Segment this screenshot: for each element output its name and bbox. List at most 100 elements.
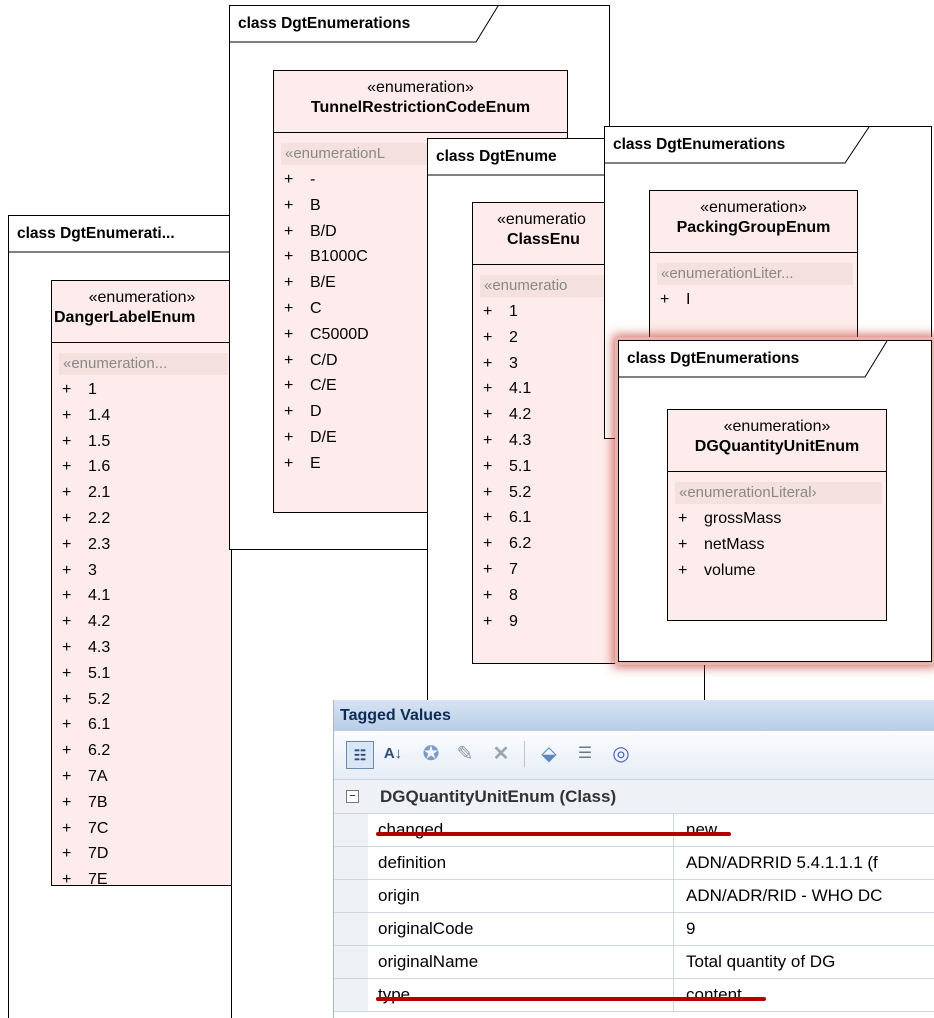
literal-compartment: «enumerationLiteral› (675, 482, 882, 504)
tag-row[interactable]: originalCode 9 (334, 913, 934, 946)
enum-literal[interactable]: +2.3 (52, 532, 231, 558)
literal-value: 2.1 (88, 484, 111, 502)
enum-literal[interactable]: + grossMass (668, 506, 886, 532)
literal-value: 2.2 (88, 509, 111, 527)
tag-row[interactable]: type content (334, 979, 934, 1012)
tag-value[interactable]: Total quantity of DG (686, 946, 835, 978)
row-gutter (334, 946, 368, 978)
collapse-icon[interactable]: − (346, 790, 359, 803)
tag-icon[interactable]: ⬙ (536, 741, 562, 767)
checklist-icon[interactable]: ☰ (572, 741, 598, 767)
literal-value: D/E (310, 428, 337, 446)
row-gutter (334, 880, 368, 912)
enum-literal[interactable]: +7C (52, 816, 231, 842)
visibility-marker: + (62, 819, 72, 837)
visibility-marker: + (660, 291, 670, 308)
enum-literal[interactable]: +5.2 (52, 687, 231, 713)
visibility-marker: + (284, 351, 294, 369)
literal-value: C (310, 299, 322, 317)
visibility-marker: + (62, 406, 72, 424)
frame-tab: class DgtEnumerations (619, 341, 889, 378)
enum-literal[interactable]: +1.6 (52, 454, 231, 480)
delete-icon[interactable]: ✕ (488, 741, 514, 767)
literal-value: 2.3 (88, 535, 111, 553)
enum-literal[interactable]: +4.3 (52, 635, 231, 661)
stereotype: «enumeration» (700, 199, 807, 216)
visibility-marker: + (284, 248, 294, 266)
strike-through-mark (376, 997, 766, 1001)
enum-literal[interactable]: +2.2 (52, 506, 231, 532)
tag-value[interactable]: 9 (686, 913, 695, 945)
tag-value[interactable]: content (686, 979, 742, 1011)
enum-quantity-unit[interactable]: «enumeration» DGQuantityUnitEnum «enumer… (667, 409, 887, 621)
visibility-marker: + (62, 381, 72, 398)
diagram-frame-danger-label[interactable]: class DgtEnumerati... «enumeration» Dang… (8, 215, 232, 1018)
tag-value[interactable]: new (686, 814, 717, 846)
frame-label: class DgtEnumerati... (17, 225, 175, 242)
visibility-marker: + (483, 328, 493, 346)
edit-icon[interactable]: ✎ (452, 741, 478, 767)
enum-literal[interactable]: +1.5 (52, 429, 231, 455)
enum-literal[interactable]: +1.4 (52, 403, 231, 429)
sort-az-icon[interactable]: A↓ (380, 741, 406, 767)
categorized-icon[interactable]: ☷ (346, 741, 374, 769)
literal-value: 9 (509, 612, 518, 630)
tagged-values-panel[interactable]: Tagged Values ☷ A↓ ✪ ✎ ✕ ⬙ ☰ ◎ − DGQuant… (333, 700, 934, 1018)
literal-value: 3 (509, 354, 518, 372)
enum-literal[interactable]: +7D (52, 841, 231, 867)
enum-literal[interactable]: + I (650, 287, 857, 313)
enum-header: «enumeration» DGQuantityUnitEnum (668, 410, 886, 472)
literal-value: C/D (310, 351, 338, 369)
enum-danger-label[interactable]: «enumeration» DangerLabelEnum «enumerati… (51, 280, 231, 886)
enum-literal[interactable]: +4.1 (52, 583, 231, 609)
enum-literal[interactable]: +5.1 (52, 661, 231, 687)
diagram-frame-quantity-unit[interactable]: class DgtEnumerations «enumeration» DGQu… (618, 340, 932, 662)
literal-list: +1 +1.4 +1.5 +1.6 +2.1 +2.2 +2.3 +3 +4.1 +4.2 +4.3… (52, 377, 231, 886)
enum-header: «enumeration» DangerLabelEnum (52, 281, 231, 343)
frame-tab: class DgtEnumerations (605, 127, 875, 164)
tag-row[interactable]: definition ADN/ADRRID 5.4.1.1.1 (f (334, 847, 934, 880)
frame-tab: class DgtEnumerati... (9, 216, 231, 253)
literal-value: 1 (509, 303, 518, 320)
help-icon[interactable]: ◎ (608, 741, 634, 767)
tag-key: originalName (368, 946, 674, 978)
enum-literal[interactable]: +2.1 (52, 480, 231, 506)
literal-value: 4.1 (88, 587, 111, 605)
tag-row[interactable]: origin ADN/ADR/RID - WHO DC (334, 880, 934, 913)
visibility-marker: + (62, 535, 72, 553)
visibility-marker: + (483, 483, 493, 501)
enum-literal[interactable]: + volume (668, 558, 886, 584)
enum-literal[interactable]: +4.2 (52, 609, 231, 635)
visibility-marker: + (483, 303, 493, 320)
tag-value[interactable]: ADN/ADRRID 5.4.1.1.1 (f (686, 847, 878, 879)
panel-toolbar: ☷ A↓ ✪ ✎ ✕ ⬙ ☰ ◎ (334, 731, 934, 780)
literal-compartment: «enumerationLiter... (657, 263, 853, 285)
enum-literal[interactable]: + netMass (668, 532, 886, 558)
visibility-marker: + (678, 535, 688, 553)
visibility-marker: + (483, 431, 493, 449)
tag-row[interactable]: originalName Total quantity of DG (334, 946, 934, 979)
literal-value: 7E (88, 871, 108, 886)
tag-row[interactable]: changed new (334, 814, 934, 847)
literal-value: C5000D (310, 325, 369, 343)
enum-literal[interactable]: +6.2 (52, 738, 231, 764)
stereotype: «enumeration» (88, 289, 196, 306)
new-tag-icon[interactable]: ✪ (418, 741, 444, 767)
enum-literal[interactable]: +7B (52, 790, 231, 816)
enum-literal[interactable]: +3 (52, 558, 231, 584)
literal-value: 4.3 (88, 638, 111, 656)
tag-key: originalCode (368, 913, 674, 945)
visibility-marker: + (483, 380, 493, 398)
enum-literal[interactable]: +6.1 (52, 712, 231, 738)
tag-group-header[interactable]: − DGQuantityUnitEnum (Class) (334, 780, 934, 814)
enum-literal[interactable]: +1 (52, 377, 231, 403)
visibility-marker: + (62, 613, 72, 631)
literal-value: 7D (88, 845, 109, 863)
visibility-marker: + (483, 509, 493, 527)
tag-value[interactable]: ADN/ADR/RID - WHO DC (686, 880, 882, 912)
enum-literal[interactable]: +7A (52, 764, 231, 790)
enum-literal[interactable]: +7E (52, 867, 231, 886)
visibility-marker: + (284, 377, 294, 395)
literal-value: netMass (704, 535, 765, 553)
visibility-marker: + (62, 484, 72, 502)
